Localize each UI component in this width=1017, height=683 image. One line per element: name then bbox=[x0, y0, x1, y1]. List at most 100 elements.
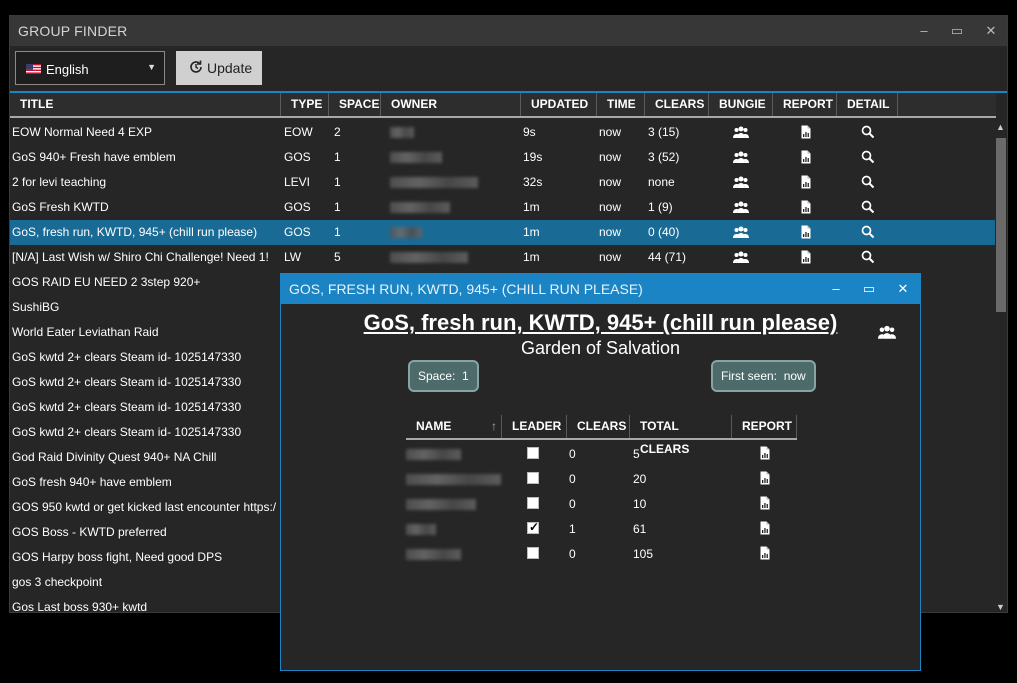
col-owner[interactable]: OWNER bbox=[381, 93, 521, 116]
app-title: GROUP FINDER bbox=[18, 23, 128, 39]
table-row[interactable]: EOW Normal Need 4 EXP EOW 2 9s now 3 (15) bbox=[10, 120, 996, 145]
row-time: now bbox=[599, 250, 622, 264]
scrollbar-thumb[interactable] bbox=[996, 138, 1006, 312]
leader-checkbox[interactable]: ✓ bbox=[527, 520, 540, 534]
search-icon[interactable] bbox=[860, 124, 876, 140]
language-value: English bbox=[46, 62, 89, 77]
col-bungie[interactable]: BUNGIE bbox=[709, 93, 773, 116]
report-icon[interactable] bbox=[798, 224, 814, 240]
us-flag-icon bbox=[26, 64, 41, 74]
member-clears: 0 bbox=[569, 547, 576, 561]
table-row[interactable]: GoS 940+ Fresh have emblem GOS 1 19s now 3 (5… bbox=[10, 145, 996, 170]
report-icon[interactable] bbox=[798, 199, 814, 215]
report-icon[interactable] bbox=[757, 545, 773, 561]
member-row[interactable]: ✓ 1 61 bbox=[406, 517, 797, 542]
row-clears: 0 (40) bbox=[648, 225, 680, 239]
col-updated[interactable]: UPDATED bbox=[521, 93, 597, 116]
table-row[interactable]: GoS, fresh run, KWTD, 945+ (chill run pl… bbox=[10, 220, 996, 245]
owner-name-redacted bbox=[390, 177, 478, 188]
vertical-scrollbar[interactable]: ▲ ▼ bbox=[995, 120, 1007, 612]
leader-checkbox[interactable] bbox=[527, 547, 539, 559]
detail-minimize-button[interactable]: – bbox=[820, 274, 852, 304]
row-space: 1 bbox=[334, 225, 341, 239]
report-icon[interactable] bbox=[757, 495, 773, 511]
col-detail[interactable]: DETAIL bbox=[837, 93, 898, 116]
maximize-button[interactable]: ▭ bbox=[941, 16, 973, 46]
report-icon[interactable] bbox=[798, 249, 814, 265]
minimize-button[interactable]: – bbox=[908, 16, 940, 46]
row-time: now bbox=[599, 200, 622, 214]
scroll-down-icon[interactable]: ▼ bbox=[996, 602, 1005, 612]
member-clears: 0 bbox=[569, 497, 576, 511]
owner-name-redacted bbox=[390, 202, 450, 213]
chevron-down-icon: ▼ bbox=[147, 62, 156, 72]
col-leader[interactable]: LEADER bbox=[502, 415, 567, 438]
detail-close-button[interactable]: ✕ bbox=[887, 274, 919, 304]
row-title: World Eater Leviathan Raid bbox=[12, 325, 159, 339]
group-icon[interactable] bbox=[733, 199, 749, 215]
member-row[interactable]: 0 10 bbox=[406, 492, 797, 517]
row-type: GOS bbox=[284, 225, 311, 239]
table-row[interactable]: [N/A] Last Wish w/ Shiro Chi Challenge! … bbox=[10, 245, 996, 270]
member-total-clears: 105 bbox=[633, 547, 654, 561]
report-icon[interactable] bbox=[798, 174, 814, 190]
search-icon[interactable] bbox=[860, 174, 876, 190]
row-clears: none bbox=[648, 175, 675, 189]
group-icon[interactable] bbox=[733, 149, 749, 165]
col-time[interactable]: TIME bbox=[597, 93, 645, 116]
row-title: GOS 950 kwtd or get kicked last encounte… bbox=[12, 500, 277, 514]
search-icon[interactable] bbox=[860, 149, 876, 165]
members-header: NAME ↑ LEADER CLEARS TOTAL CLEARS REPORT bbox=[406, 415, 797, 456]
report-icon[interactable] bbox=[757, 445, 773, 461]
col-clears[interactable]: CLEARS bbox=[645, 93, 709, 116]
col-report[interactable]: REPORT bbox=[773, 93, 837, 116]
search-icon[interactable] bbox=[860, 199, 876, 215]
search-icon[interactable] bbox=[860, 249, 876, 265]
row-time: now bbox=[599, 125, 622, 139]
member-row[interactable]: 0 20 bbox=[406, 467, 797, 492]
detail-maximize-button[interactable]: ▭ bbox=[853, 274, 885, 304]
update-button[interactable]: Update bbox=[176, 51, 262, 85]
row-title: God Raid Divinity Quest 940+ NA Chill bbox=[12, 450, 217, 464]
col-title[interactable]: TITLE bbox=[10, 93, 281, 116]
col-name[interactable]: NAME ↑ bbox=[406, 415, 502, 438]
group-icon[interactable] bbox=[733, 124, 749, 140]
row-title: Gos Last boss 930+ kwtd bbox=[12, 600, 148, 613]
space-value: 1 bbox=[462, 369, 469, 383]
group-icon[interactable] bbox=[733, 174, 749, 190]
owner-name-redacted bbox=[390, 152, 442, 163]
refresh-icon bbox=[190, 60, 202, 73]
search-icon[interactable] bbox=[860, 224, 876, 240]
col-space[interactable]: SPACE bbox=[329, 93, 381, 116]
col-type[interactable]: TYPE bbox=[281, 93, 329, 116]
table-row[interactable]: 2 for levi teaching LEVI 1 32s now none bbox=[10, 170, 996, 195]
report-icon[interactable] bbox=[798, 149, 814, 165]
row-clears: 44 (71) bbox=[648, 250, 687, 264]
col-name-label: NAME bbox=[416, 419, 452, 433]
member-row[interactable]: 0 105 bbox=[406, 542, 797, 567]
language-select[interactable]: English ▼ bbox=[15, 51, 165, 85]
leader-checkbox[interactable] bbox=[527, 497, 539, 509]
update-label: Update bbox=[207, 60, 253, 76]
close-button[interactable]: ✕ bbox=[975, 16, 1007, 46]
group-icon[interactable] bbox=[733, 224, 749, 240]
col-member-clears[interactable]: CLEARS bbox=[567, 415, 630, 438]
report-icon[interactable] bbox=[757, 520, 773, 536]
col-total-clears[interactable]: TOTAL CLEARS bbox=[630, 415, 732, 456]
leader-checkbox[interactable] bbox=[527, 447, 539, 459]
report-icon[interactable] bbox=[798, 124, 814, 140]
col-member-report[interactable]: REPORT bbox=[732, 415, 797, 438]
scroll-up-icon[interactable]: ▲ bbox=[996, 122, 1005, 132]
group-icon[interactable] bbox=[733, 249, 749, 265]
table-row[interactable]: GoS Fresh KWTD GOS 1 1m now 1 (9) bbox=[10, 195, 996, 220]
row-title: SushiBG bbox=[12, 300, 60, 314]
row-type: GOS bbox=[284, 150, 311, 164]
report-icon[interactable] bbox=[757, 470, 773, 486]
leader-checkbox[interactable] bbox=[527, 472, 539, 484]
member-row[interactable]: 05 bbox=[406, 442, 797, 467]
row-title: GOS RAID EU NEED 2 3step 920+ bbox=[12, 275, 201, 289]
check-icon: ✓ bbox=[529, 520, 540, 534]
row-space: 1 bbox=[334, 200, 341, 214]
sort-ascending-icon: ↑ bbox=[491, 419, 497, 433]
row-clears: 3 (52) bbox=[648, 150, 680, 164]
